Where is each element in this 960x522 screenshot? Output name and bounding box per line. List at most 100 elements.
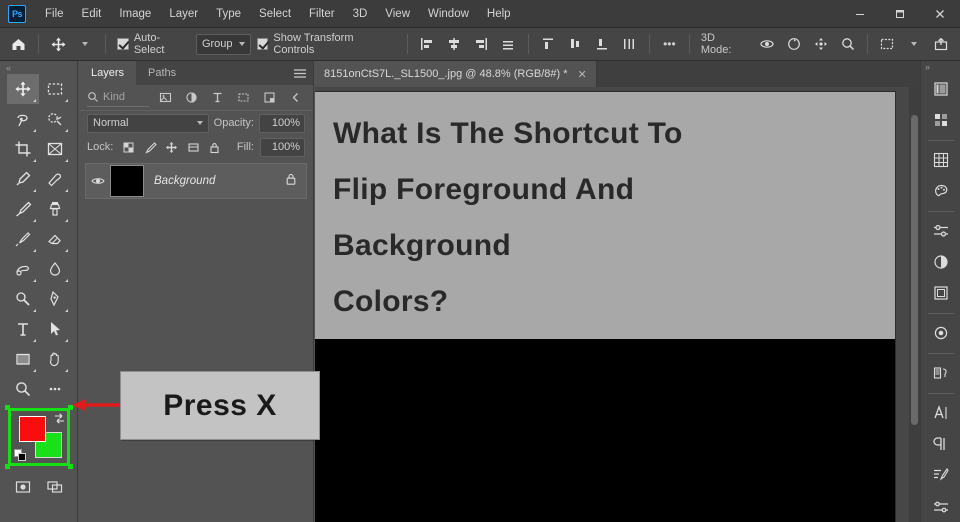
menu-view[interactable]: View [376, 4, 419, 24]
arrange-documents-icon[interactable] [875, 32, 900, 57]
distribute-spacing-icon[interactable] [617, 32, 642, 57]
libraries-panel-icon[interactable] [925, 106, 957, 135]
eye-icon[interactable] [86, 174, 110, 188]
gradient-tool[interactable] [7, 254, 39, 284]
auto-select-scope-dropdown[interactable]: Group [195, 33, 251, 55]
paragraph-panel-icon[interactable] [925, 430, 957, 459]
quick-mask-mode-button[interactable] [7, 472, 39, 502]
menu-filter[interactable]: Filter [300, 4, 344, 24]
menu-window[interactable]: Window [419, 4, 478, 24]
lock-artboard-nesting-icon[interactable] [184, 138, 203, 157]
right-dock-grip[interactable]: » [921, 61, 960, 74]
menu-file[interactable]: File [36, 4, 73, 24]
layer-name[interactable]: Background [144, 175, 284, 187]
clone-stamp-tool[interactable] [39, 194, 71, 224]
fill-value[interactable]: 100% [260, 137, 305, 157]
color-panel-icon[interactable] [925, 75, 957, 104]
history-brush-tool[interactable] [7, 224, 39, 254]
blend-mode-dropdown[interactable]: Normal [87, 113, 209, 133]
document-canvas[interactable]: What Is The Shortcut To Flip Foreground … [315, 92, 895, 522]
rectangle-tool[interactable] [7, 344, 39, 374]
foreground-background-colors[interactable] [5, 405, 73, 469]
lock-transparent-pixels-icon[interactable] [119, 138, 138, 157]
properties-panel-icon[interactable] [925, 359, 957, 388]
menu-layer[interactable]: Layer [160, 4, 207, 24]
close-button[interactable] [920, 0, 960, 28]
color-wheel-panel-icon[interactable] [925, 177, 957, 206]
close-icon[interactable]: ✕ [578, 68, 587, 81]
opacity-value[interactable]: 100% [259, 113, 305, 133]
horizontal-type-tool[interactable] [7, 314, 39, 344]
arrange-chevron-icon[interactable] [902, 32, 927, 57]
lock-image-pixels-icon[interactable] [141, 138, 160, 157]
swap-foreground-background-icon[interactable] [53, 412, 66, 430]
filter-type-icon[interactable] [207, 89, 227, 107]
tab-layers[interactable]: Layers [79, 61, 137, 85]
menu-edit[interactable]: Edit [73, 4, 111, 24]
gradients-panel-icon[interactable] [925, 248, 957, 277]
panel-menu-icon[interactable] [293, 67, 307, 85]
styles-panel-icon[interactable] [925, 461, 957, 490]
rectangular-marquee-tool[interactable] [39, 74, 71, 104]
distribute-top-edges-icon[interactable] [536, 32, 561, 57]
align-right-edges-icon[interactable] [469, 32, 494, 57]
filter-toggle-icon[interactable] [285, 89, 305, 107]
actions-panel-icon[interactable] [925, 492, 957, 521]
screen-mode-button[interactable] [39, 472, 71, 502]
move-tool[interactable] [7, 74, 39, 104]
distribute-bottom-edges-icon[interactable] [590, 32, 615, 57]
histogram-panel-icon[interactable] [925, 319, 957, 348]
restore-button[interactable] [880, 0, 920, 28]
tools-panel-grip[interactable]: « [0, 61, 77, 74]
menu-type[interactable]: Type [207, 4, 250, 24]
menu-help[interactable]: Help [478, 4, 520, 24]
character-panel-icon[interactable] [925, 399, 957, 428]
filter-smart-object-icon[interactable] [259, 89, 279, 107]
move-tool-icon[interactable] [46, 32, 71, 57]
dodge-tool[interactable] [7, 284, 39, 314]
distribute-vertical-centers-icon[interactable] [563, 32, 588, 57]
filter-pixel-icon[interactable] [155, 89, 175, 107]
layer-row-background[interactable]: Background [85, 163, 307, 199]
roll-3d-icon[interactable] [781, 32, 806, 57]
align-top-edges-icon[interactable] [496, 32, 521, 57]
share-icon[interactable] [929, 32, 954, 57]
filter-adjustment-icon[interactable] [181, 89, 201, 107]
canvas-viewport[interactable]: What Is The Shortcut To Flip Foreground … [315, 87, 920, 522]
filter-shape-icon[interactable] [233, 89, 253, 107]
align-left-edges-icon[interactable] [415, 32, 440, 57]
blur-tool[interactable] [39, 254, 71, 284]
layer-filter-kind-dropdown[interactable]: Kind [87, 89, 149, 107]
crop-tool[interactable] [7, 134, 39, 164]
default-foreground-background-icon[interactable] [14, 449, 26, 461]
swatches-panel-icon[interactable] [925, 146, 957, 175]
lock-position-icon[interactable] [162, 138, 181, 157]
zoom-3d-icon[interactable] [835, 32, 860, 57]
spot-healing-brush-tool[interactable] [39, 164, 71, 194]
minimize-button[interactable] [840, 0, 880, 28]
align-horizontal-centers-icon[interactable] [442, 32, 467, 57]
scrollbar-thumb[interactable] [911, 115, 918, 425]
eraser-tool[interactable] [39, 224, 71, 254]
path-selection-tool[interactable] [39, 314, 71, 344]
zoom-tool[interactable] [7, 374, 39, 404]
lasso-tool[interactable] [7, 104, 39, 134]
orbit-3d-icon[interactable] [754, 32, 779, 57]
object-selection-tool[interactable] [39, 104, 71, 134]
menu-3d[interactable]: 3D [344, 4, 377, 24]
home-icon[interactable] [6, 32, 31, 57]
auto-select-checkbox[interactable]: Auto-Select [113, 32, 194, 56]
lock-all-icon[interactable] [205, 138, 224, 157]
more-options-button[interactable]: ••• [657, 32, 682, 57]
menu-select[interactable]: Select [250, 4, 300, 24]
menu-image[interactable]: Image [110, 4, 160, 24]
tab-paths[interactable]: Paths [136, 61, 189, 85]
frame-tool[interactable] [39, 134, 71, 164]
canvas-vertical-scrollbar[interactable] [909, 87, 920, 522]
adjustments-panel-icon[interactable] [925, 217, 957, 246]
pen-tool[interactable] [39, 284, 71, 314]
brush-tool[interactable] [7, 194, 39, 224]
layers-panel-icon[interactable] [925, 279, 957, 308]
show-transform-controls-checkbox[interactable]: Show Transform Controls [253, 32, 400, 56]
foreground-color-swatch[interactable] [19, 416, 46, 442]
